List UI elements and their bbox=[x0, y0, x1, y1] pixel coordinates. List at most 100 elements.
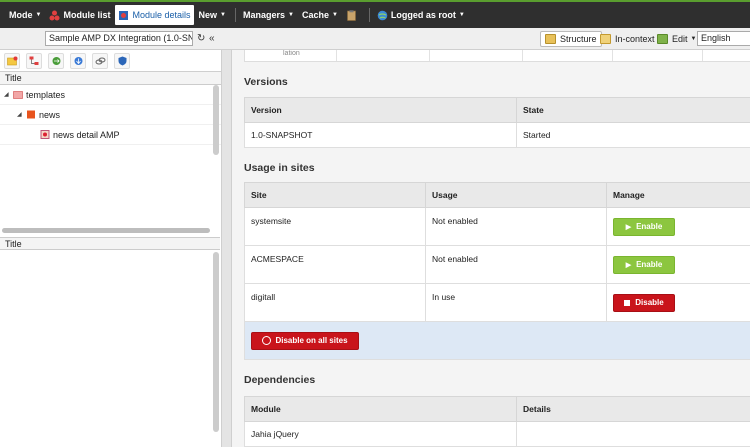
new-hierarchy-icon[interactable] bbox=[26, 52, 42, 69]
new-label: New bbox=[198, 10, 218, 20]
enable-label: Enable bbox=[636, 222, 663, 231]
cache-menu[interactable]: Cache ▼ bbox=[299, 5, 341, 25]
globe-user-icon bbox=[377, 10, 388, 20]
module-list-button[interactable]: Module list bbox=[46, 5, 113, 25]
dependencies-table: Module Details Jahia jQuery bbox=[244, 396, 750, 447]
usage-table: Site Usage Manage systemsite Not enabled… bbox=[244, 182, 750, 360]
managers-label: Managers bbox=[242, 10, 285, 20]
link-icon[interactable] bbox=[92, 52, 108, 69]
chevron-down-icon: ▼ bbox=[690, 36, 697, 42]
play-icon: ▶ bbox=[625, 261, 632, 269]
prohibited-icon bbox=[262, 336, 272, 345]
tree-column-header[interactable]: Title bbox=[0, 72, 221, 85]
content-tree: ◢ templates ◢ news news detail AMP bbox=[0, 85, 221, 235]
modules-icon bbox=[49, 10, 60, 20]
structure-icon bbox=[545, 34, 556, 44]
versions-table: Version State 1.0-SNAPSHOT Started bbox=[244, 97, 750, 148]
tree-item-news[interactable]: ◢ news bbox=[0, 105, 221, 125]
structure-view-button[interactable]: Structure bbox=[540, 31, 602, 47]
usage-title: Usage in sites bbox=[244, 162, 315, 174]
tree-item-label: news bbox=[39, 109, 61, 120]
usage-header-usage: Usage bbox=[425, 182, 607, 208]
main-content: lation Versions Version State 1.0-SNAPSH… bbox=[232, 50, 750, 447]
dependencies-header-module: Module bbox=[244, 396, 517, 422]
chevron-down-icon: ▼ bbox=[220, 12, 226, 18]
tree-item-label: news detail AMP bbox=[53, 129, 120, 140]
module-details-icon bbox=[119, 10, 129, 20]
usage-footer-row: Disable on all sites bbox=[244, 321, 750, 360]
site-cell: ACMESPACE bbox=[244, 245, 426, 284]
clipboard-icon bbox=[347, 9, 356, 21]
tree-vertical-scrollbar[interactable] bbox=[213, 85, 219, 155]
user-menu[interactable]: Logged as root ▼ bbox=[374, 5, 468, 25]
table-row: systemsite Not enabled ▶ Enable bbox=[244, 207, 750, 246]
state-cell: Started bbox=[516, 122, 750, 148]
play-icon: ▶ bbox=[625, 223, 632, 231]
disable-label: Disable bbox=[635, 298, 664, 307]
sync-icon[interactable] bbox=[48, 52, 64, 69]
refresh-icon[interactable]: ↻ bbox=[197, 33, 205, 44]
versions-header-state: State bbox=[516, 97, 750, 123]
disable-on-all-sites-button[interactable]: Disable on all sites bbox=[251, 331, 359, 350]
site-cell: systemsite bbox=[244, 207, 426, 246]
dependencies-header-details: Details bbox=[516, 396, 750, 422]
template-folder-icon bbox=[27, 110, 35, 119]
module-list-label: Module list bbox=[63, 10, 111, 20]
expand-toggle-icon[interactable]: ◢ bbox=[17, 111, 26, 118]
enable-button[interactable]: ▶ Enable bbox=[613, 255, 675, 274]
module-cell: Jahia jQuery bbox=[244, 421, 517, 447]
stub-cell bbox=[337, 50, 430, 61]
left-panel: Title ◢ templates ◢ news news detail AMP… bbox=[0, 50, 222, 447]
lower-column-header[interactable]: Title bbox=[0, 237, 220, 250]
usage-cell: In use bbox=[425, 283, 607, 322]
usage-header-manage: Manage bbox=[606, 182, 750, 208]
site-cell: digitall bbox=[244, 283, 426, 322]
versions-title: Versions bbox=[244, 76, 288, 88]
usage-header-site: Site bbox=[244, 182, 426, 208]
toolbar: Sample AMP DX Integration (1.0-SN ▾ ↻ « … bbox=[0, 28, 750, 50]
in-context-view-button[interactable]: In-context bbox=[596, 31, 659, 47]
clipboard-button[interactable] bbox=[343, 5, 363, 25]
version-cell: 1.0-SNAPSHOT bbox=[244, 122, 517, 148]
chevron-down-icon: ▼ bbox=[288, 12, 294, 18]
shield-icon[interactable] bbox=[114, 52, 130, 69]
update-icon[interactable] bbox=[70, 52, 86, 69]
tree-item-news-detail-amp[interactable]: news detail AMP bbox=[0, 125, 221, 145]
tree-horizontal-scrollbar[interactable] bbox=[2, 228, 210, 233]
expand-toggle-icon[interactable]: ◢ bbox=[4, 91, 13, 98]
in-context-icon bbox=[600, 34, 611, 44]
module-details-label: Module details bbox=[132, 10, 191, 20]
lower-vertical-scrollbar[interactable] bbox=[213, 252, 219, 432]
in-context-label: In-context bbox=[615, 34, 655, 44]
stub-cell bbox=[430, 50, 523, 61]
mode-menu[interactable]: Mode ▼ bbox=[6, 5, 44, 25]
new-menu[interactable]: New ▼ bbox=[196, 5, 229, 25]
edit-menu-button[interactable]: Edit ▼ bbox=[653, 31, 700, 47]
mode-label: Mode bbox=[9, 10, 33, 20]
versions-header-version: Version bbox=[244, 97, 517, 123]
previous-table-stub: lation bbox=[244, 50, 750, 62]
site-select[interactable]: Sample AMP DX Integration (1.0-SN ▾ bbox=[45, 31, 193, 46]
chevron-down-icon: ▼ bbox=[35, 12, 42, 18]
cache-label: Cache bbox=[301, 10, 329, 20]
enable-button[interactable]: ▶ Enable bbox=[613, 217, 675, 236]
new-folder-icon[interactable] bbox=[4, 52, 20, 69]
module-details-tab[interactable]: Module details bbox=[115, 5, 194, 25]
panel-splitter[interactable] bbox=[222, 50, 232, 447]
structure-label: Structure bbox=[560, 34, 597, 44]
language-value: English bbox=[701, 33, 731, 43]
managers-menu[interactable]: Managers ▼ bbox=[240, 5, 297, 25]
chevron-down-icon: ▼ bbox=[458, 12, 465, 18]
menu-divider bbox=[234, 8, 236, 22]
chevron-down-icon: ▼ bbox=[331, 12, 338, 18]
site-select-value: Sample AMP DX Integration (1.0-SN bbox=[49, 33, 193, 43]
table-row: Jahia jQuery bbox=[244, 421, 750, 447]
tree-item-templates[interactable]: ◢ templates bbox=[0, 85, 221, 105]
disable-button[interactable]: Disable bbox=[613, 293, 675, 312]
folder-icon bbox=[13, 91, 23, 99]
table-row: ACMESPACE Not enabled ▶ Enable bbox=[244, 245, 750, 284]
double-left-arrow-icon[interactable]: « bbox=[209, 33, 215, 44]
language-select[interactable]: English bbox=[697, 31, 750, 46]
logged-as-label: Logged as root bbox=[390, 10, 456, 20]
usage-cell: Not enabled bbox=[425, 207, 607, 246]
